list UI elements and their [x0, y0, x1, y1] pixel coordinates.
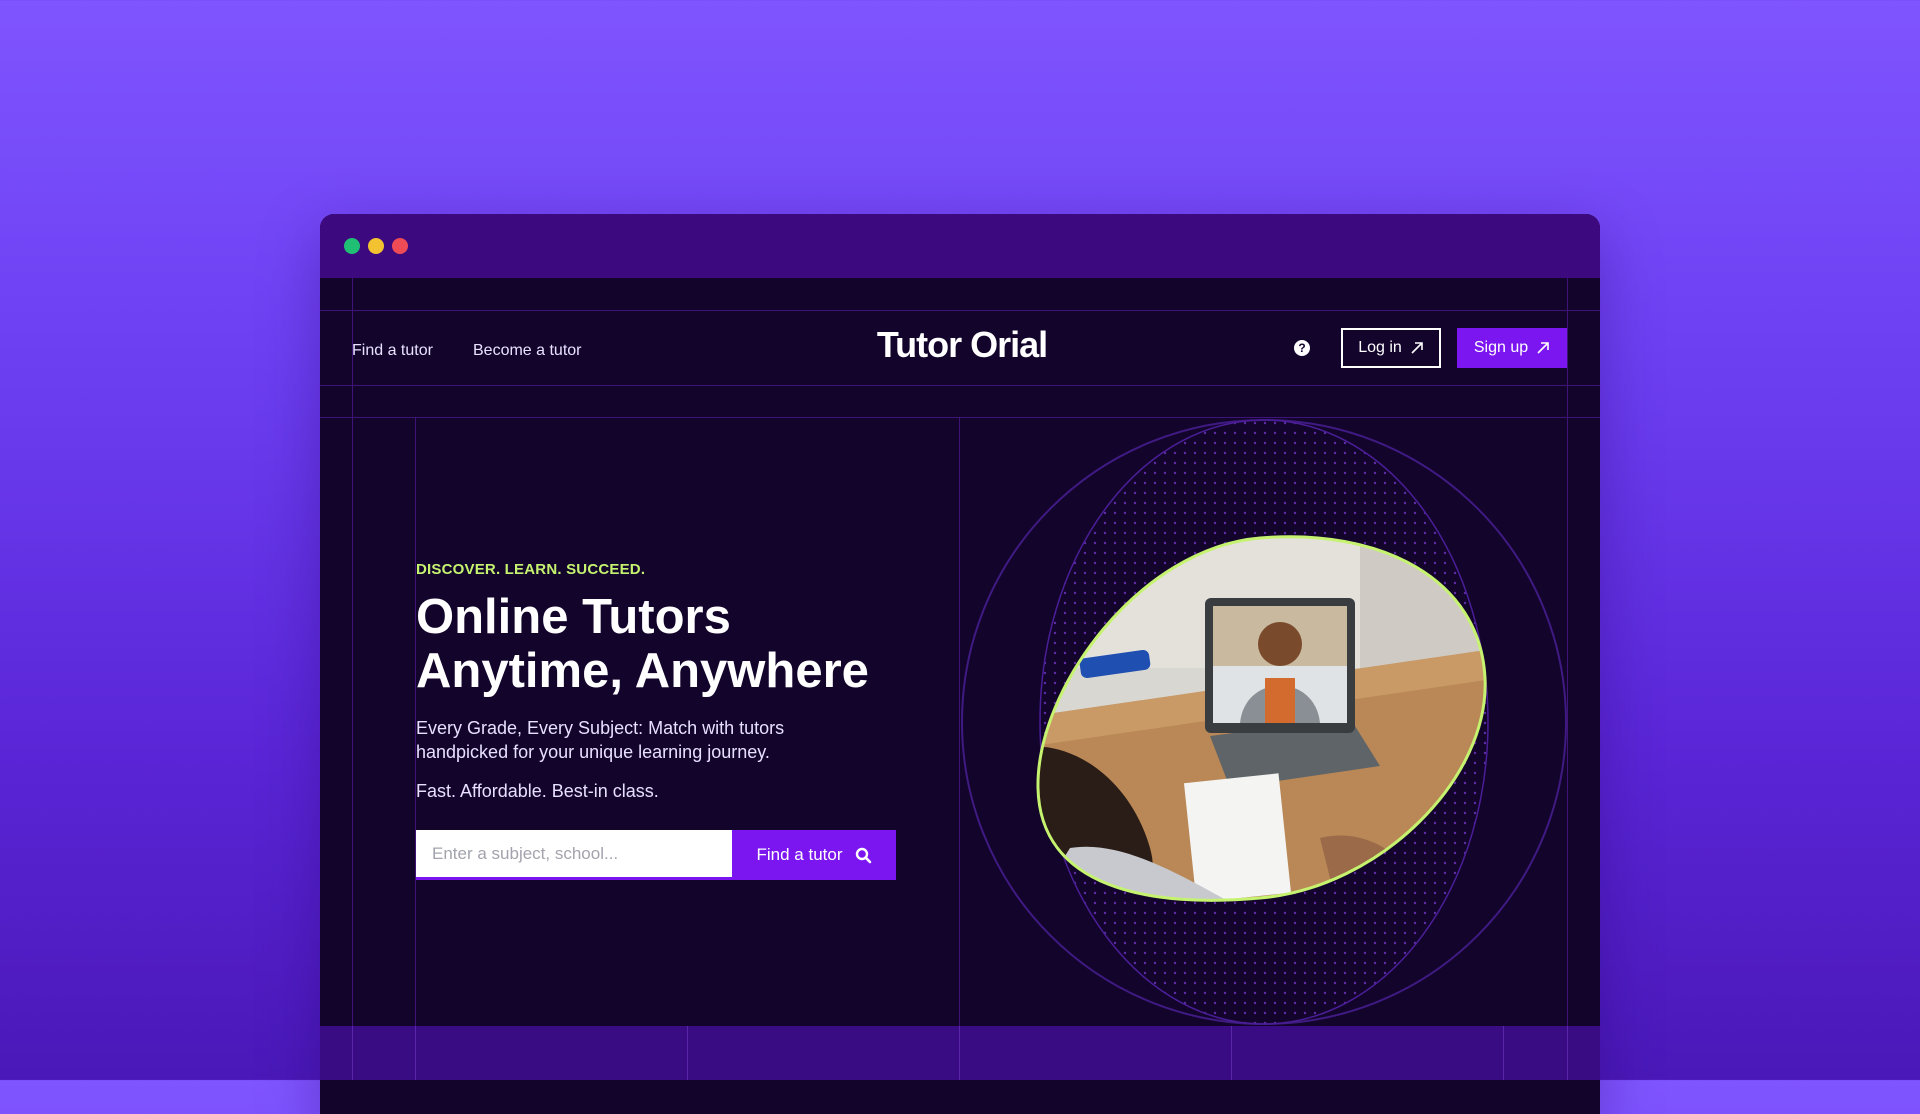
- footer-grid-band: [320, 1026, 1600, 1080]
- subject-search-input[interactable]: [416, 830, 732, 880]
- grid-line: [1231, 1026, 1232, 1080]
- grid-line: [959, 1026, 960, 1080]
- site-logo[interactable]: Tutor Orial: [874, 324, 1050, 366]
- nav-link-become-a-tutor[interactable]: Become a tutor: [473, 342, 582, 360]
- nav-link-find-a-tutor[interactable]: Find a tutor: [352, 342, 433, 360]
- window-close-button[interactable]: [392, 238, 408, 254]
- hero-headline: Online Tutors Anytime, Anywhere: [416, 590, 936, 698]
- find-tutor-search-button[interactable]: Find a tutor: [732, 830, 896, 880]
- search-icon: [855, 847, 871, 863]
- search-button-label: Find a tutor: [756, 845, 843, 864]
- signup-button-label: Sign up: [1473, 339, 1529, 356]
- login-button-label: Log in: [1358, 339, 1402, 356]
- grid-line: [415, 1026, 416, 1080]
- arrow-up-right-icon: [1411, 342, 1423, 354]
- hero-subtext: Every Grade, Every Subject: Match with t…: [416, 716, 866, 764]
- hero-headline-line1: Online Tutors: [416, 590, 731, 644]
- hero-subtext-line2: handpicked for your unique learning jour…: [416, 742, 770, 762]
- arrow-up-right-icon: [1537, 342, 1549, 354]
- grid-line: [352, 278, 353, 1080]
- grid-line: [687, 1026, 688, 1080]
- grid-line: [1503, 1026, 1504, 1080]
- window-minimize-button[interactable]: [368, 238, 384, 254]
- login-button[interactable]: Log in: [1341, 328, 1441, 368]
- signup-button[interactable]: Sign up: [1457, 328, 1567, 368]
- grid-line: [320, 385, 1600, 386]
- hero-subtext-line1: Every Grade, Every Subject: Match with t…: [416, 718, 785, 738]
- window-maximize-button[interactable]: [344, 238, 360, 254]
- hero-illustration: [961, 419, 1567, 1025]
- hero-headline-line2: Anytime, Anywhere: [416, 644, 869, 698]
- hero-tagline: Fast. Affordable. Best-in class.: [416, 781, 659, 801]
- hero-eyebrow: DISCOVER. LEARN. SUCCEED.: [416, 561, 646, 578]
- window-titlebar: [320, 214, 1600, 278]
- grid-line: [1567, 1026, 1568, 1080]
- grid-line: [352, 1026, 353, 1080]
- grid-line: [320, 310, 1600, 311]
- question-circle-icon[interactable]: ?: [1294, 340, 1310, 356]
